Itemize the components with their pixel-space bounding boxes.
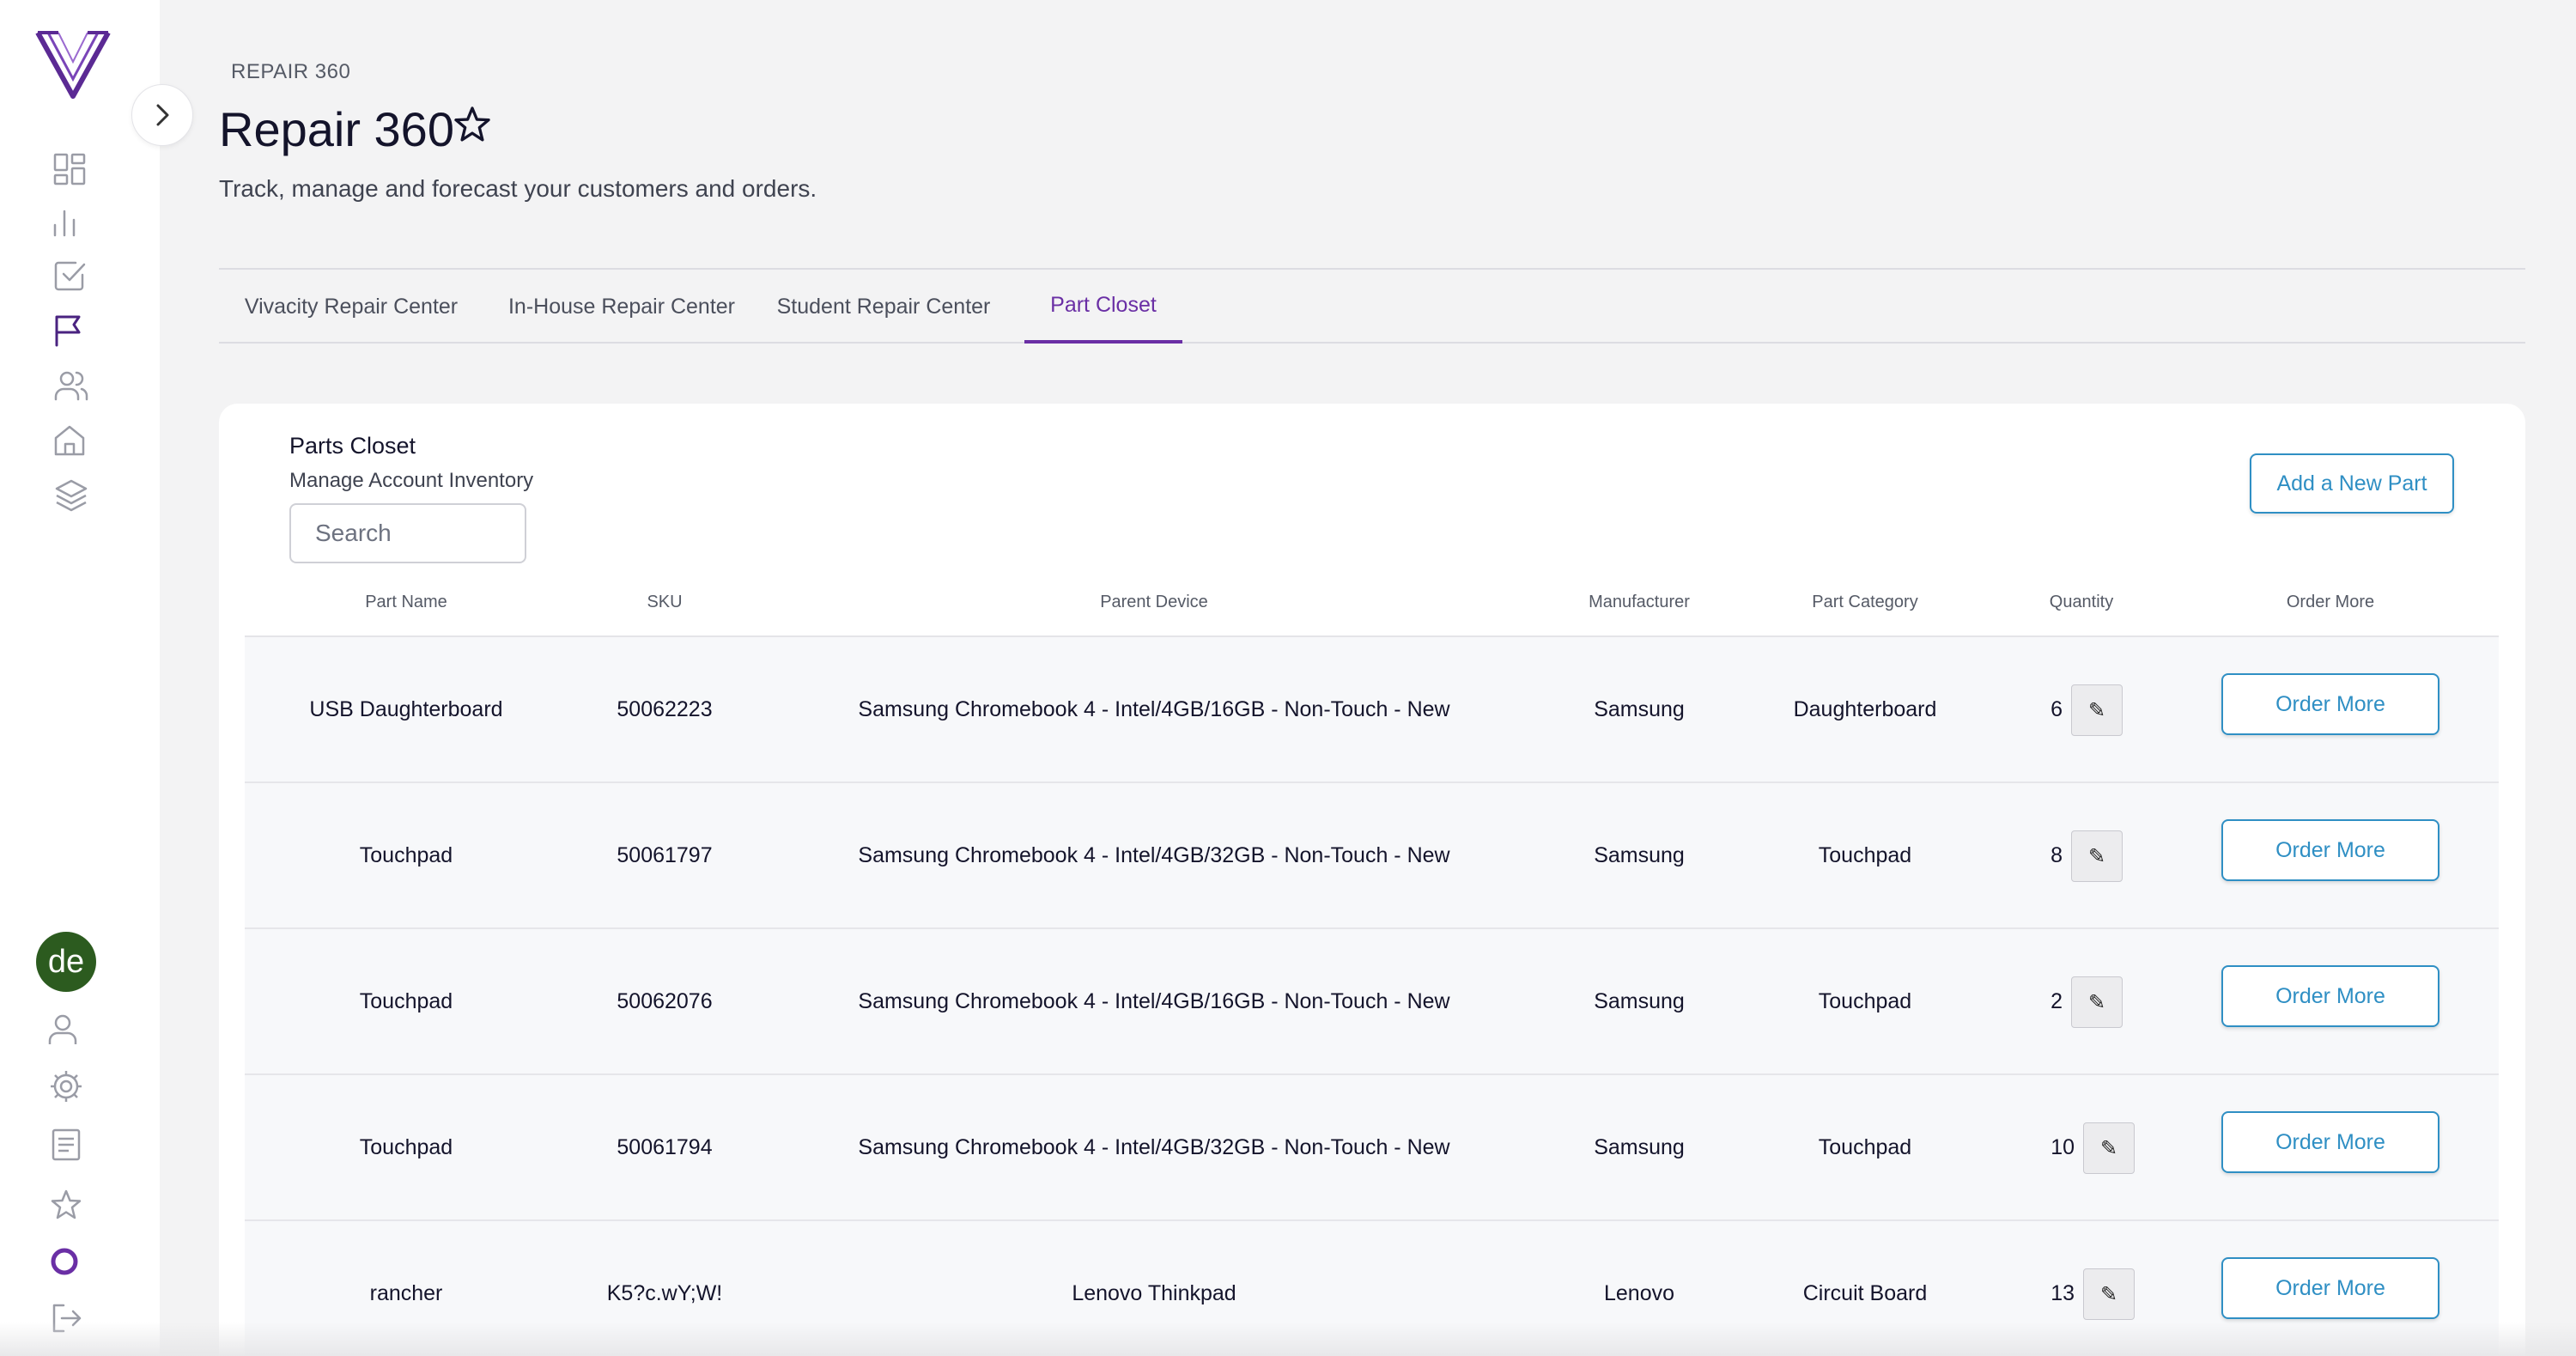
sidebar: de (0, 0, 160, 1356)
edit-quantity-button[interactable]: ✎ (2071, 684, 2123, 736)
tab-bar: Vivacity Repair Center In-House Repair C… (219, 268, 2525, 344)
column-header-order-more: Order More (2286, 593, 2375, 611)
category-cell: Touchpad (1818, 1135, 1912, 1159)
quantity-value: 2 (2050, 989, 2063, 1013)
parent-device-cell: Lenovo Thinkpad (1072, 1281, 1236, 1305)
parent-device-cell: Samsung Chromebook 4 - Intel/4GB/32GB - … (858, 1135, 1450, 1159)
page-subtitle: Track, manage and forecast your customer… (219, 175, 817, 202)
card-title: Parts Closet (289, 433, 416, 459)
part-name-cell: rancher (369, 1281, 443, 1305)
checkbox-icon[interactable] (50, 256, 89, 295)
edit-quantity-button[interactable]: ✎ (2083, 1122, 2135, 1174)
manufacturer-cell: Samsung (1594, 1135, 1685, 1159)
parent-device-cell: Samsung Chromebook 4 - Intel/4GB/16GB - … (858, 989, 1450, 1013)
page-title: Repair 360 (219, 102, 454, 156)
dashboard-icon[interactable] (50, 149, 89, 189)
tab-vivacity-repair-center[interactable]: Vivacity Repair Center (219, 270, 483, 344)
part-name-cell: Touchpad (359, 843, 453, 867)
layers-icon[interactable] (52, 476, 91, 515)
column-header-part-name[interactable]: Part Name (365, 593, 447, 612)
part-name-cell: Touchpad (359, 1135, 453, 1159)
parent-device-cell: Samsung Chromebook 4 - Intel/4GB/32GB - … (858, 843, 1450, 867)
circle-icon[interactable] (45, 1242, 84, 1281)
parts-table: Part Name SKU Parent Device Manufacturer… (245, 575, 2499, 1356)
chevron-right-icon (156, 104, 169, 126)
table-row: Touchpad 50061794 Samsung Chromebook 4 -… (245, 1075, 2499, 1221)
column-header-manufacturer[interactable]: Manufacturer (1589, 593, 1690, 612)
sku-cell: 50062223 (617, 697, 713, 721)
table-row: Touchpad 50062076 Samsung Chromebook 4 -… (245, 929, 2499, 1075)
card-subtitle: Manage Account Inventory (289, 469, 534, 492)
tab-in-house-repair-center[interactable]: In-House Repair Center (495, 270, 748, 344)
logout-icon[interactable] (46, 1298, 86, 1338)
table-header: Part Name SKU Parent Device Manufacturer… (245, 575, 2499, 637)
table-row: rancher K5?c.wY;W! Lenovo Thinkpad Lenov… (245, 1221, 2499, 1356)
table-row: Touchpad 50061797 Samsung Chromebook 4 -… (245, 783, 2499, 929)
part-name-cell: Touchpad (359, 989, 453, 1013)
part-name-cell: USB Daughterboard (309, 697, 503, 721)
column-header-part-category[interactable]: Part Category (1812, 593, 1917, 612)
quantity-value: 8 (2050, 843, 2063, 867)
manufacturer-cell: Samsung (1594, 843, 1685, 867)
edit-quantity-button[interactable]: ✎ (2071, 830, 2123, 882)
category-cell: Touchpad (1818, 843, 1912, 867)
sku-cell: 50062076 (617, 989, 713, 1013)
quantity-value: 13 (2050, 1281, 2075, 1305)
user-icon[interactable] (43, 1010, 82, 1049)
manufacturer-cell: Lenovo (1603, 1281, 1675, 1305)
category-cell: Circuit Board (1802, 1281, 1928, 1305)
star-icon[interactable] (46, 1185, 86, 1225)
manufacturer-cell: Samsung (1594, 989, 1685, 1013)
order-more-button[interactable]: Order More (2221, 965, 2439, 1027)
edit-quantity-button[interactable]: ✎ (2071, 976, 2123, 1028)
category-cell: Touchpad (1818, 989, 1912, 1013)
vivacity-logo-icon[interactable] (34, 29, 112, 100)
sku-cell: 50061797 (617, 843, 713, 867)
quantity-value: 10 (2050, 1135, 2075, 1159)
order-more-button[interactable]: Order More (2221, 1111, 2439, 1173)
order-more-button[interactable]: Order More (2221, 819, 2439, 881)
parts-closet-card: Parts Closet Manage Account Inventory Ad… (219, 404, 2525, 1356)
column-header-parent-device[interactable]: Parent Device (1100, 593, 1208, 612)
search-input[interactable] (289, 503, 526, 563)
add-new-part-button[interactable]: Add a New Part (2250, 453, 2454, 514)
parent-device-cell: Samsung Chromebook 4 - Intel/4GB/16GB - … (858, 697, 1450, 721)
breadcrumb: REPAIR 360 (231, 60, 351, 83)
favorite-star-icon[interactable] (451, 103, 494, 146)
home-icon[interactable] (50, 421, 89, 460)
users-icon[interactable] (52, 366, 91, 405)
sidebar-expand-button[interactable] (131, 84, 193, 146)
tab-student-repair-center[interactable]: Student Repair Center (762, 270, 1005, 344)
chart-icon[interactable] (45, 203, 84, 242)
gear-icon[interactable] (46, 1067, 86, 1106)
edit-quantity-button[interactable]: ✎ (2083, 1268, 2135, 1320)
avatar[interactable]: de (36, 932, 96, 992)
column-header-sku[interactable]: SKU (647, 593, 682, 612)
category-cell: Daughterboard (1793, 697, 1937, 721)
order-more-button[interactable]: Order More (2221, 1257, 2439, 1319)
column-header-quantity[interactable]: Quantity (2050, 593, 2113, 612)
document-icon[interactable] (46, 1125, 86, 1164)
tab-part-closet[interactable]: Part Closet (1024, 270, 1182, 344)
quantity-value: 6 (2050, 697, 2063, 721)
sku-cell: K5?c.wY;W! (606, 1281, 723, 1305)
sku-cell: 50061794 (617, 1135, 713, 1159)
manufacturer-cell: Samsung (1594, 697, 1685, 721)
order-more-button[interactable]: Order More (2221, 673, 2439, 735)
flag-icon[interactable] (48, 311, 88, 350)
table-row: USB Daughterboard 50062223 Samsung Chrom… (245, 637, 2499, 783)
